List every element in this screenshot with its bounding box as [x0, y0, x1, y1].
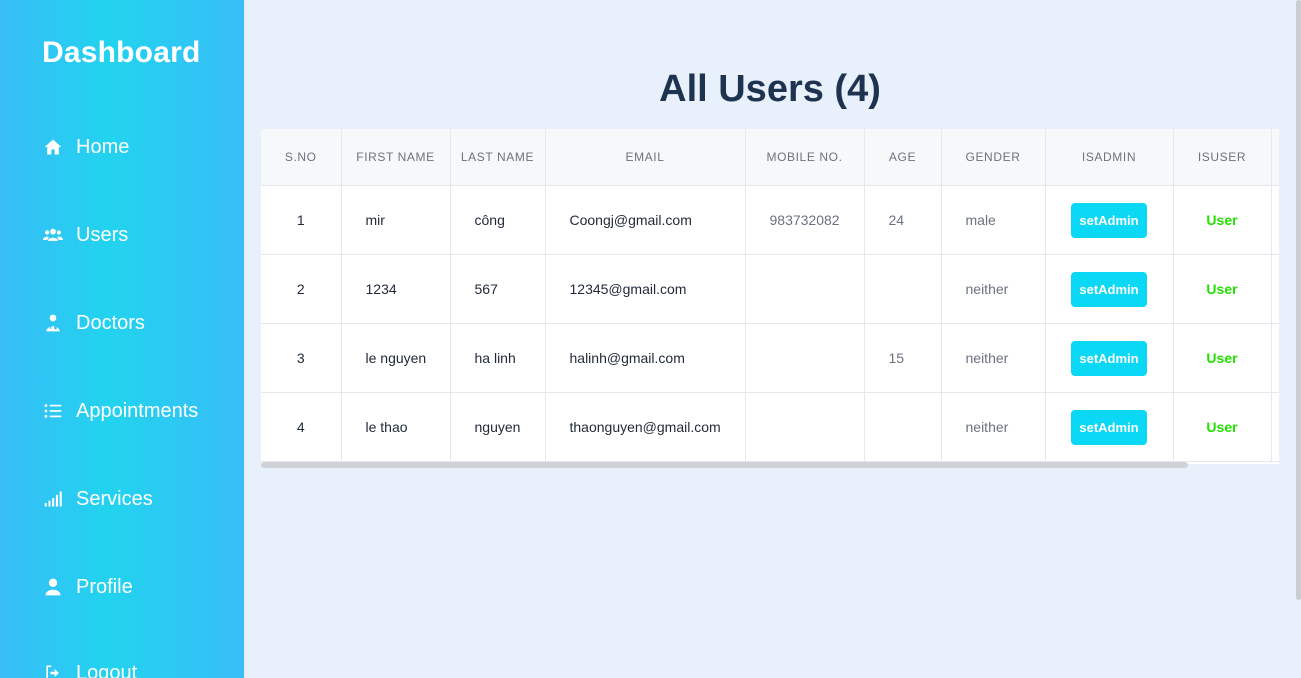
col-header-mobile: MOBILE NO. — [745, 129, 865, 186]
cell-first-name: le thao — [341, 392, 451, 462]
users-table: S.NO FIRST NAME LAST NAME EMAIL MOBILE N… — [261, 129, 1279, 462]
cell-isadmin: setAdmin — [1045, 392, 1174, 462]
col-header-first-name: FIRST NAME — [341, 129, 451, 186]
cell-last-name: nguyen — [450, 392, 546, 462]
users-table-container: S.NO FIRST NAME LAST NAME EMAIL MOBILE N… — [261, 129, 1279, 464]
sidebar-item-users[interactable]: Users — [42, 220, 128, 250]
col-header-isadmin: ISADMIN — [1045, 129, 1174, 186]
col-header-gender: GENDER — [941, 129, 1046, 186]
user-role-label: User — [1206, 419, 1238, 435]
brand-title: Dashboard — [42, 36, 201, 69]
cell-sno: 1 — [261, 185, 342, 255]
cell-mobile: 983732082 — [745, 185, 865, 255]
col-header-sno: S.NO — [261, 129, 342, 186]
cell-isuser: User — [1173, 185, 1272, 255]
cell-isadmin: setAdmin — [1045, 254, 1174, 324]
col-header-isuser: ISUSER — [1173, 129, 1272, 186]
cell-extra — [1271, 185, 1279, 255]
cell-isuser: User — [1173, 323, 1272, 393]
cell-sno: 2 — [261, 254, 342, 324]
cell-age — [864, 254, 942, 324]
cell-mobile — [745, 323, 865, 393]
list-icon — [42, 400, 64, 422]
user-role-label: User — [1206, 281, 1238, 297]
cell-email: Coongj@gmail.com — [545, 185, 746, 255]
home-icon — [42, 136, 64, 158]
cell-gender: neither — [941, 254, 1046, 324]
cell-isuser: User — [1173, 254, 1272, 324]
table-header-row: S.NO FIRST NAME LAST NAME EMAIL MOBILE N… — [261, 129, 1279, 186]
sidebar-item-profile[interactable]: Profile — [42, 572, 133, 602]
cell-last-name: công — [450, 185, 546, 255]
cell-sno: 3 — [261, 323, 342, 393]
col-header-extra — [1271, 129, 1279, 186]
sidebar: Dashboard Home Users Doctors Appointment… — [0, 0, 244, 678]
cell-extra — [1271, 254, 1279, 324]
sidebar-item-label: Appointments — [76, 399, 199, 422]
cell-email: 12345@gmail.com — [545, 254, 746, 324]
cell-age: 15 — [864, 323, 942, 393]
cell-first-name: mir — [341, 185, 451, 255]
cell-isuser: User — [1173, 392, 1272, 462]
cell-last-name: 567 — [450, 254, 546, 324]
signal-icon — [42, 488, 64, 510]
sidebar-item-label: Home — [76, 135, 130, 158]
col-header-last-name: LAST NAME — [450, 129, 546, 186]
user-role-label: User — [1206, 350, 1238, 366]
sidebar-item-logout[interactable]: Logout — [42, 658, 137, 678]
cell-gender: male — [941, 185, 1046, 255]
page-title: All Users (4) — [659, 68, 881, 110]
users-icon — [42, 224, 64, 246]
table-horizontal-scrollbar[interactable] — [261, 462, 1188, 468]
cell-mobile — [745, 392, 865, 462]
cell-isadmin: setAdmin — [1045, 323, 1174, 393]
doctor-icon — [42, 312, 64, 334]
sidebar-item-label: Profile — [76, 575, 133, 598]
cell-extra — [1271, 323, 1279, 393]
user-role-label: User — [1206, 212, 1238, 228]
set-admin-button[interactable]: setAdmin — [1071, 202, 1147, 238]
cell-first-name: le nguyen — [341, 323, 451, 393]
cell-sno: 4 — [261, 392, 342, 462]
sidebar-item-home[interactable]: Home — [42, 132, 129, 162]
cell-gender: neither — [941, 392, 1046, 462]
sidebar-item-label: Users — [76, 223, 129, 246]
set-admin-button[interactable]: setAdmin — [1071, 340, 1147, 376]
cell-extra — [1271, 392, 1279, 462]
cell-email: halinh@gmail.com — [545, 323, 746, 393]
cell-isadmin: setAdmin — [1045, 185, 1174, 255]
col-header-age: AGE — [864, 129, 942, 186]
table-row: 2 1234 567 12345@gmail.com neither setAd… — [261, 254, 1279, 324]
sidebar-item-label: Logout — [76, 661, 138, 678]
col-header-email: EMAIL — [545, 129, 746, 186]
set-admin-button[interactable]: setAdmin — [1071, 271, 1147, 307]
logout-icon — [42, 662, 64, 678]
sidebar-item-appointments[interactable]: Appointments — [42, 396, 198, 426]
sidebar-item-label: Doctors — [76, 311, 145, 334]
cell-gender: neither — [941, 323, 1046, 393]
set-admin-button[interactable]: setAdmin — [1071, 409, 1147, 445]
cell-last-name: ha linh — [450, 323, 546, 393]
table-row: 3 le nguyen ha linh halinh@gmail.com 15 … — [261, 323, 1279, 393]
sidebar-item-label: Services — [76, 487, 153, 510]
cell-age: 24 — [864, 185, 942, 255]
sidebar-item-services[interactable]: Services — [42, 484, 153, 514]
user-icon — [42, 576, 64, 598]
cell-age — [864, 392, 942, 462]
table-row: 4 le thao nguyen thaonguyen@gmail.com ne… — [261, 392, 1279, 462]
cell-first-name: 1234 — [341, 254, 451, 324]
cell-mobile — [745, 254, 865, 324]
table-row: 1 mir công Coongj@gmail.com 983732082 24… — [261, 185, 1279, 255]
page-vertical-scrollbar[interactable] — [1296, 0, 1301, 600]
sidebar-item-doctors[interactable]: Doctors — [42, 308, 145, 338]
cell-email: thaonguyen@gmail.com — [545, 392, 746, 462]
